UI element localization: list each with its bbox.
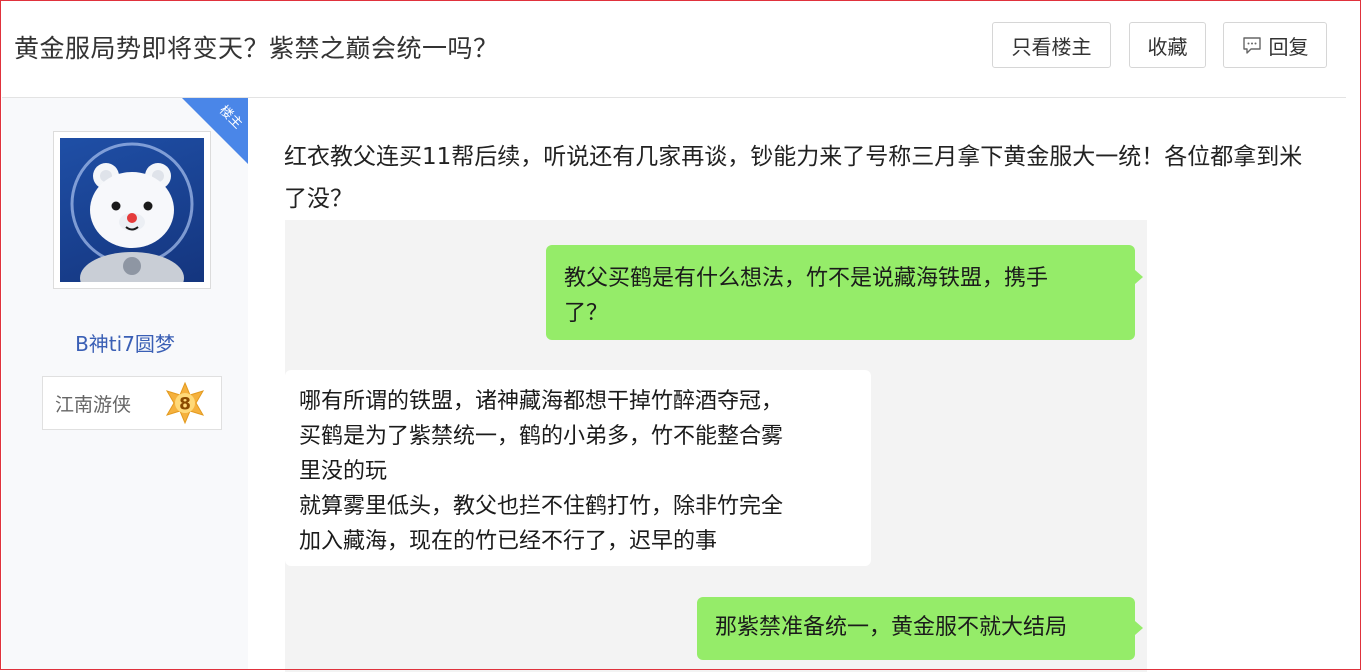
op-corner-badge: 楼主 — [182, 98, 248, 164]
post-header: 黄金服局势即将变天？紫禁之巅会统一吗？ 只看楼主 收藏 回复 — [2, 2, 1346, 98]
rank-title: 江南游侠 — [55, 394, 132, 416]
chat-line: 加入藏海，现在的竹已经不行了，迟早的事 — [299, 529, 718, 554]
favorite-button[interactable]: 收藏 — [1129, 22, 1206, 68]
reply-label: 回复 — [1268, 34, 1309, 59]
chat-line: 哪有所谓的铁盟，诸神藏海都想干掉竹醉酒夺冠， — [299, 389, 784, 414]
reply-button[interactable]: 回复 — [1223, 22, 1327, 68]
thread-title: 黄金服局势即将变天？紫禁之巅会统一吗？ — [14, 34, 499, 63]
speech-bubble-icon — [1242, 37, 1261, 54]
chat-bubble-right: 教父买鹤是有什么想法，竹不是说藏海铁盟，携手 了？ — [546, 245, 1143, 340]
rank-box: 江南游侠 8 — [42, 376, 222, 430]
bubble-tail — [1135, 621, 1143, 635]
chat-line: 里没的玩 — [299, 459, 388, 484]
favorite-label: 收藏 — [1147, 34, 1188, 59]
star-badge-icon: 8 — [165, 381, 205, 425]
chat-line: 那紫禁准备统一，黄金服不就大结局 — [715, 615, 1068, 640]
chat-line: 买鹤是为了紫禁统一，鹤的小弟多，竹不能整合雾 — [299, 424, 784, 449]
chat-bubble-right: 那紫禁准备统一，黄金服不就大结局 — [697, 597, 1143, 660]
level-number: 8 — [179, 395, 191, 415]
chat-line: 了？ — [564, 301, 609, 326]
only-op-label: 只看楼主 — [1011, 34, 1092, 59]
bubble-tail — [1135, 270, 1143, 284]
only-op-button[interactable]: 只看楼主 — [992, 22, 1111, 68]
chat-line: 就算雾里低头，教父也拦不住鹤打竹，除非竹完全 — [299, 494, 784, 519]
chat-bubble-left: 哪有所谓的铁盟，诸神藏海都想干掉竹醉酒夺冠， 买鹤是为了紫禁统一，鹤的小弟多，竹… — [285, 370, 871, 566]
chat-screenshot: 教父买鹤是有什么想法，竹不是说藏海铁盟，携手 了？ 哪有所谓的铁盟，诸神藏海都想… — [285, 220, 1147, 672]
chat-line: 教父买鹤是有什么想法，竹不是说藏海铁盟，携手 — [564, 266, 1049, 291]
user-sidebar: B神ti7圆梦 江南游侠 8 — [2, 98, 248, 670]
username[interactable]: B神ti7圆梦 — [2, 328, 248, 357]
post-body-text: 红衣教父连买11帮后续，听说还有几家再谈，钞能力来了号称三月拿下黄金服大一统！各… — [284, 144, 1303, 212]
